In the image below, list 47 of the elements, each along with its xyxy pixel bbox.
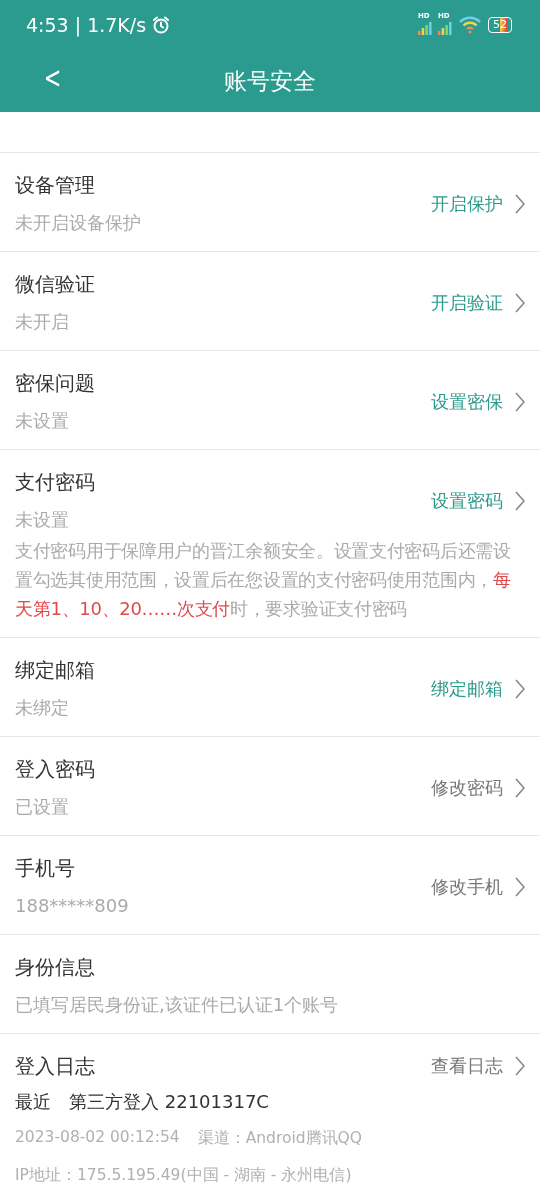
- chevron-right-icon: [515, 293, 525, 313]
- row-subtitle: 已填写居民身份证,该证件已认证1个账号: [15, 993, 340, 1017]
- chevron-right-icon: [515, 877, 525, 897]
- chevron-right-icon: [515, 1056, 525, 1076]
- chevron-right-icon: [515, 778, 525, 798]
- chevron-right-icon: [515, 194, 525, 214]
- row-action-link[interactable]: 开启保护: [431, 192, 503, 216]
- row-title: 微信验证: [15, 271, 96, 298]
- row-subtitle: 未设置: [15, 508, 70, 532]
- chevron-right-icon: [515, 491, 525, 511]
- description-text: 支付密码用于保障用户的晋江余额安全。设置支付密码后还需设置勾选其使用范围，设置后在您设置的支付密码使用范围内，每天第1、10、20……次支付时，要求验证支付密码: [0, 534, 540, 638]
- row-subtitle: 未绑定: [15, 696, 70, 720]
- row-action-link[interactable]: 开启验证: [431, 291, 503, 315]
- chevron-right-icon: [515, 679, 525, 699]
- row-subtitle: 188*****809: [15, 894, 130, 918]
- row-title: 手机号: [15, 855, 76, 882]
- row-action-link[interactable]: 绑定邮箱: [431, 677, 503, 701]
- row-subtitle: 未开启设备保护: [15, 211, 142, 235]
- row-action-link[interactable]: 修改手机: [431, 875, 503, 899]
- alarm-clock-icon: [152, 16, 171, 34]
- login-ip: IP地址：175.5.195.49(中国 - 湖南 - 永州电信): [15, 1165, 352, 1186]
- row-title: 登入密码: [15, 756, 96, 783]
- recent-label: 最近: [15, 1090, 51, 1114]
- row-action-link[interactable]: 设置密码: [431, 489, 503, 513]
- wifi-icon: [458, 16, 482, 34]
- row-action-link[interactable]: 修改密码: [431, 776, 503, 800]
- signal-icon: [418, 21, 432, 35]
- battery-icon: 52: [488, 17, 512, 33]
- row-subtitle: 未开启: [15, 310, 70, 334]
- row-subtitle: 未设置: [15, 409, 70, 433]
- back-button[interactable]: <: [38, 60, 67, 95]
- login-time: 2023-08-02 00:12:54: [15, 1128, 180, 1148]
- row-title: 绑定邮箱: [15, 657, 96, 684]
- status-time: 4:53 | 1.7K/s: [26, 14, 147, 36]
- row-action-link[interactable]: 查看日志: [431, 1054, 503, 1078]
- page-title: 账号安全: [224, 66, 316, 96]
- row-title: 身份信息: [15, 954, 96, 981]
- row-subtitle: 已设置: [15, 795, 70, 819]
- row-action-link[interactable]: 设置密保: [431, 390, 503, 414]
- row-title: 密保问题: [15, 370, 96, 397]
- row-title: 登入日志: [15, 1053, 96, 1080]
- signal-icon: [438, 21, 452, 35]
- row-title: 设备管理: [15, 172, 96, 199]
- chevron-right-icon: [515, 392, 525, 412]
- login-channel: 渠道：Android腾讯QQ: [197, 1128, 362, 1149]
- row-title: 支付密码: [15, 469, 96, 496]
- recent-login: 第三方登入 22101317C: [69, 1090, 269, 1114]
